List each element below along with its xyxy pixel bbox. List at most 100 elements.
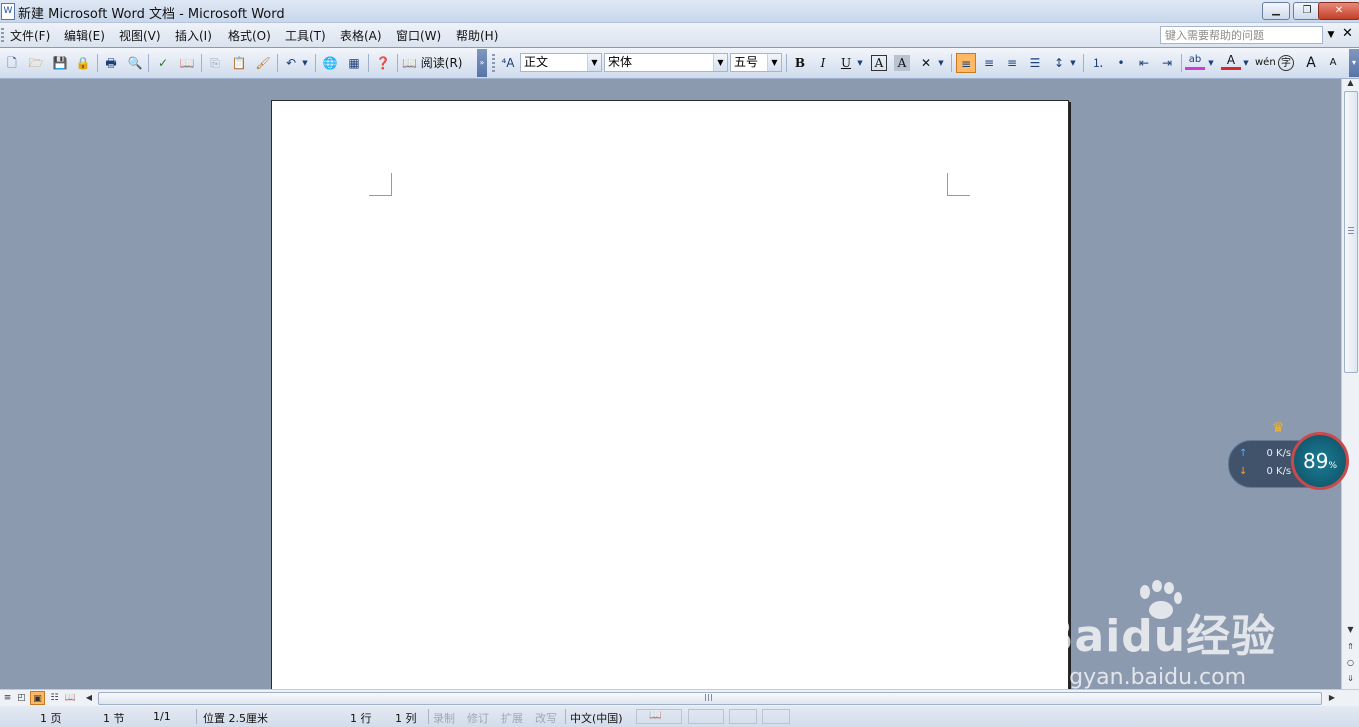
decrease-indent-icon[interactable]: ⇤ (1134, 53, 1154, 73)
char-scaling-dropdown-icon[interactable]: ▼ (936, 53, 946, 73)
help-icon[interactable]: ❓ (373, 53, 393, 73)
bullets-icon[interactable]: • (1111, 53, 1131, 73)
scroll-left-icon[interactable]: ◀ (82, 691, 96, 705)
status-extend[interactable]: 扩展 (501, 710, 523, 726)
menu-table[interactable]: 表格(A) (340, 27, 382, 44)
save-icon[interactable]: 💾 (50, 53, 70, 73)
font-dropdown-icon[interactable]: ▼ (713, 54, 727, 71)
style-dropdown-icon[interactable]: ▼ (587, 54, 601, 71)
status-record[interactable]: 录制 (433, 710, 455, 726)
bold-button[interactable]: B (790, 53, 810, 73)
menu-window[interactable]: 窗口(W) (396, 27, 441, 44)
spell-check-icon[interactable]: ✓ (153, 53, 173, 73)
undo-dropdown-icon[interactable]: ▼ (300, 53, 310, 73)
font-color-dropdown-icon[interactable]: ▼ (1241, 53, 1251, 73)
numbering-icon[interactable]: ⒈ (1088, 53, 1108, 73)
restore-button[interactable]: ❐ (1293, 2, 1321, 20)
menu-grip-icon[interactable] (1, 28, 4, 42)
help-question-input[interactable]: 键入需要帮助的问题 (1160, 26, 1323, 44)
minimize-button[interactable]: ▁ (1262, 2, 1290, 20)
char-border-button[interactable]: A (871, 55, 887, 71)
menu-help[interactable]: 帮助(H) (456, 27, 498, 44)
print-preview-icon[interactable]: 🔍 (125, 53, 145, 73)
table-icon[interactable]: ▦ (344, 53, 364, 73)
normal-view-icon[interactable]: ≡ (0, 691, 15, 705)
shrink-font-button[interactable]: A (1323, 53, 1343, 73)
read-button-label: 阅读(R) (420, 56, 463, 70)
line-spacing-icon[interactable]: ↕ (1049, 53, 1069, 73)
help-dropdown-icon[interactable]: ▼ (1325, 27, 1337, 43)
paste-icon[interactable]: 📋 (229, 53, 249, 73)
next-page-icon[interactable]: ⇓ (1342, 671, 1359, 687)
toolbar-grip-icon[interactable] (492, 54, 495, 72)
char-shading-button[interactable]: A (894, 55, 910, 71)
read-button[interactable]: 📖 阅读(R) (402, 54, 462, 71)
horizontal-thumb-grip-icon (705, 694, 713, 701)
new-doc-icon[interactable]: 🗋 (2, 53, 22, 73)
spelling-status-icon: 📖 (649, 710, 662, 721)
vertical-scrollbar[interactable]: ▲ ▼ ⇑ ○ ⇓ (1341, 78, 1359, 689)
menu-format[interactable]: 格式(O) (228, 27, 271, 44)
research-icon[interactable]: 📖 (177, 53, 197, 73)
scroll-up-icon[interactable]: ▲ (1342, 75, 1359, 91)
highlight-icon[interactable]: ab (1185, 53, 1205, 70)
toolbar: 🗋 🗁 💾 🔒 🖶 🔍 ✓ 📖 ⎘ 📋 🖌 ↶ ▼ 🌐 ▦ ❓ 📖 阅读(R) … (0, 48, 1359, 79)
open-folder-icon[interactable]: 🗁 (26, 53, 46, 73)
font-size-combo[interactable]: 五号 ▼ (730, 53, 782, 72)
toolbar-overflow-left-icon[interactable]: » (477, 49, 487, 77)
margin-corner-top-left (369, 173, 392, 196)
menu-file[interactable]: 文件(F) (10, 27, 50, 44)
document-close-button[interactable]: ✕ (1342, 26, 1353, 41)
align-right-button[interactable]: ≡ (1002, 53, 1022, 73)
outline-view-icon[interactable]: ☷ (47, 691, 62, 705)
vertical-scroll-thumb[interactable] (1344, 91, 1358, 373)
justify-button[interactable]: ☰ (1025, 53, 1045, 73)
menu-edit[interactable]: 编辑(E) (64, 27, 105, 44)
italic-button[interactable]: I (813, 53, 833, 73)
spelling-status-box[interactable]: 📖 (636, 709, 682, 724)
grow-font-button[interactable]: A (1301, 53, 1321, 73)
status-track-changes[interactable]: 修订 (467, 710, 489, 726)
line-spacing-dropdown-icon[interactable]: ▼ (1068, 53, 1078, 73)
font-size-dropdown-icon[interactable]: ▼ (767, 54, 781, 71)
document-page[interactable] (271, 100, 1069, 689)
undo-icon[interactable]: ↶ (281, 53, 301, 73)
status-section: 1 节 (103, 712, 125, 725)
word-app-icon[interactable]: W (1, 3, 15, 20)
hyperlink-icon[interactable]: 🌐 (320, 53, 340, 73)
scroll-down-icon[interactable]: ▼ (1342, 622, 1359, 638)
font-combo[interactable]: 宋体 ▼ (604, 53, 728, 72)
align-center-button[interactable]: ≡ (979, 53, 999, 73)
format-painter-icon[interactable]: 🖌 (253, 53, 273, 73)
style-combo[interactable]: 正文 ▼ (520, 53, 602, 72)
permission-icon[interactable]: 🔒 (73, 53, 93, 73)
enclose-characters-button[interactable]: 字 (1278, 55, 1294, 71)
previous-page-icon[interactable]: ⇑ (1342, 639, 1359, 655)
menu-view[interactable]: 视图(V) (119, 27, 161, 44)
char-scaling-icon[interactable]: ✕ (916, 53, 936, 73)
copy-icon[interactable]: ⎘ (205, 53, 225, 73)
scroll-right-icon[interactable]: ▶ (1325, 691, 1339, 705)
menu-tools[interactable]: 工具(T) (285, 27, 326, 44)
increase-indent-icon[interactable]: ⇥ (1157, 53, 1177, 73)
toolbar-overflow-right-icon[interactable]: ▾ (1349, 49, 1359, 77)
styles-pane-icon[interactable]: ⁴A (498, 53, 518, 73)
underline-button[interactable]: U (836, 53, 856, 73)
status-language[interactable]: 中文(中国) (570, 710, 623, 726)
align-left-button[interactable]: ≡ (956, 53, 976, 73)
reading-layout-view-icon[interactable]: 📖 (63, 691, 78, 705)
web-layout-view-icon[interactable]: ◰ (14, 691, 29, 705)
print-icon[interactable]: 🖶 (101, 53, 121, 73)
menu-insert[interactable]: 插入(I) (175, 27, 212, 44)
highlight-dropdown-icon[interactable]: ▼ (1206, 53, 1216, 73)
status-overtype[interactable]: 改写 (535, 710, 557, 726)
close-button[interactable]: ✕ (1318, 2, 1359, 20)
underline-dropdown-icon[interactable]: ▼ (855, 53, 865, 73)
horizontal-scrollbar[interactable]: ≡ ◰ ▣ ☷ 📖 ◀ ▶ (0, 689, 1359, 706)
print-layout-view-icon[interactable]: ▣ (30, 691, 45, 705)
select-browse-object-icon[interactable]: ○ (1342, 655, 1359, 671)
phonetic-guide-button[interactable]: wén (1255, 53, 1276, 73)
font-color-icon[interactable]: A (1221, 53, 1241, 70)
memory-gauge[interactable]: 89% (1291, 432, 1349, 490)
download-speed: 0 K/s (1266, 466, 1292, 477)
